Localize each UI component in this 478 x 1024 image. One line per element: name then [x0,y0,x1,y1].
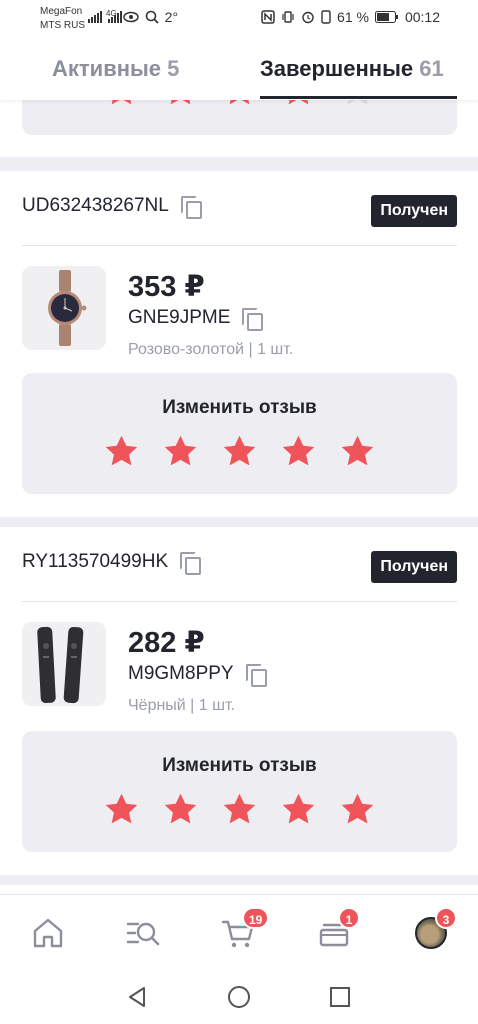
order-card-previous [0,100,478,157]
orders-list[interactable]: UD632438267NL Получен 353 ₽ GNE9JPME Роз… [0,100,478,894]
nfc-icon [261,10,275,24]
order-card: UD632438267NL Получен 353 ₽ GNE9JPME Роз… [0,171,478,517]
cart-badge: 19 [242,907,270,929]
battery-icon [374,11,398,23]
product-sku: GNE9JPME [128,307,264,331]
star-icon[interactable] [103,100,140,109]
bottom-navigation: 19 1 3 [0,894,478,970]
star-icon[interactable] [280,100,317,109]
orders-badge: 1 [338,907,360,929]
rating-stars[interactable] [22,791,457,828]
product-sku: M9GM8PPY [128,663,267,687]
carrier-info: MegaFon MTS RUS [40,5,85,33]
star-icon[interactable] [339,433,376,470]
divider [22,601,457,602]
signal-icon [88,11,102,23]
star-icon[interactable] [339,100,376,109]
product-price: 282 ₽ [128,627,205,659]
tab-active-label: Активные [52,56,162,81]
recents-icon[interactable] [329,986,351,1008]
star-icon[interactable] [221,433,258,470]
phone-icon [321,10,331,24]
search-status-icon [145,10,159,24]
star-icon[interactable] [162,100,199,109]
product-variant: Розово-золотой | 1 шт. [128,341,294,358]
nav-home[interactable] [30,915,66,951]
review-box[interactable]: Изменить отзыв [22,373,457,494]
star-icon[interactable] [103,433,140,470]
watch-image [22,266,106,350]
product-variant: Чёрный | 1 шт. [128,697,235,714]
tracking-number: UD632438267NL [22,195,202,219]
vibrate-icon [282,11,294,23]
product-price: 353 ₽ [128,271,205,303]
star-icon[interactable] [162,791,199,828]
star-icon[interactable] [221,100,258,109]
status-badge: Получен [371,551,457,583]
tab-completed-count: 61 [419,56,444,81]
status-icons-right: 61 % 00:12 [261,9,440,25]
network-type: 4G [106,8,117,18]
star-icon[interactable] [280,791,317,828]
review-box[interactable]: Изменить отзыв [22,731,457,852]
profile-badge: 3 [435,907,457,929]
clock: 00:12 [404,9,440,25]
edit-review-label[interactable]: Изменить отзыв [22,755,457,777]
status-badge: Получен [371,195,457,227]
nav-catalog[interactable] [125,915,161,951]
tab-completed[interactable]: Завершенные 61 [260,56,444,82]
temperature: 2° [164,9,179,25]
tracking-number-text: UD632438267NL [22,195,169,216]
order-card: RY113570499HK Получен 282 ₽ M9GM8PPY Чёр… [0,527,478,875]
alarm-icon [302,11,314,24]
star-icon[interactable] [162,433,199,470]
system-navigation [0,970,478,1024]
edit-review-label[interactable]: Изменить отзыв [22,397,457,419]
product-sku-text: M9GM8PPY [128,663,234,684]
divider [22,245,457,246]
eye-icon [122,11,139,23]
remote-image [22,622,106,706]
product-sku-text: GNE9JPME [128,307,231,328]
order-tabs: Активные 5 Завершенные 61 [0,38,478,100]
nav-cart[interactable]: 19 [220,907,270,951]
home-circle-icon[interactable] [227,985,251,1009]
back-icon[interactable] [126,986,148,1008]
carrier-2: MTS RUS [40,20,85,31]
rating-stars[interactable] [22,433,457,470]
tracking-number-text: RY113570499HK [22,551,169,572]
star-icon[interactable] [339,791,376,828]
tab-indicator [260,96,457,99]
home-icon [33,918,63,948]
order-card-next [0,885,478,894]
tab-completed-label: Завершенные [260,56,414,81]
product-image-remote[interactable] [22,622,106,706]
rating-stars-previous[interactable] [22,100,457,109]
nav-profile[interactable]: 3 [413,907,457,951]
star-icon[interactable] [221,791,258,828]
tab-active-count: 5 [167,56,180,81]
star-icon[interactable] [103,791,140,828]
catalog-search-icon [126,922,160,946]
copy-icon[interactable] [180,196,202,219]
review-box-previous[interactable] [22,100,457,135]
copy-icon[interactable] [180,552,202,575]
status-icons-left: 4G 2° [88,9,178,25]
status-bar: MegaFon MTS RUS 4G 2° 61 % 00:12 [0,0,478,38]
copy-icon[interactable] [242,308,264,331]
tracking-number: RY113570499HK [22,551,202,575]
copy-icon[interactable] [245,664,267,687]
star-icon[interactable] [280,433,317,470]
battery-percent: 61 % [337,9,369,25]
product-image-watch[interactable] [22,266,106,350]
tab-active[interactable]: Активные 5 [52,56,179,82]
nav-orders[interactable]: 1 [316,907,360,951]
carrier-1: MegaFon [40,6,83,17]
